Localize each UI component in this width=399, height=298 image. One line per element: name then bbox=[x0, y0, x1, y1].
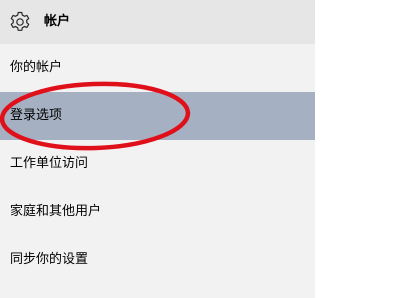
sidebar-item-sign-in-options[interactable]: 登录选项 bbox=[0, 92, 315, 140]
sidebar-item-label: 同步你的设置 bbox=[10, 252, 89, 267]
sidebar-header: 帐户 bbox=[0, 0, 315, 44]
page-title: 帐户 bbox=[44, 14, 71, 29]
sidebar-item-label: 登录选项 bbox=[10, 108, 63, 123]
sidebar-item-your-account[interactable]: 你的帐户 bbox=[0, 44, 315, 92]
sidebar-item-work-access[interactable]: 工作单位访问 bbox=[0, 140, 315, 188]
gear-icon bbox=[8, 10, 32, 34]
sidebar-item-label: 家庭和其他用户 bbox=[10, 204, 102, 219]
sidebar-item-label: 工作单位访问 bbox=[10, 156, 89, 171]
sidebar-item-family-other-users[interactable]: 家庭和其他用户 bbox=[0, 188, 315, 236]
sidebar-item-label: 你的帐户 bbox=[10, 60, 63, 75]
sidebar-item-sync-settings[interactable]: 同步你的设置 bbox=[0, 236, 315, 284]
settings-sidebar: 帐户 你的帐户 登录选项 工作单位访问 家庭和其他用户 同步你的设置 bbox=[0, 0, 315, 298]
